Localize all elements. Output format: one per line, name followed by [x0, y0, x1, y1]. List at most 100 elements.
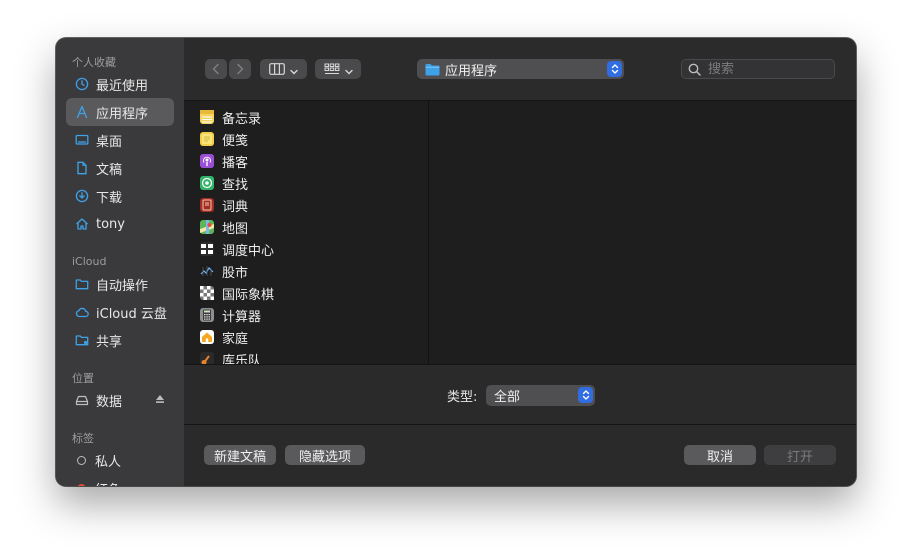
clock-icon [75, 77, 89, 91]
type-popup-value: 全部 [494, 390, 521, 405]
tags-header: 标签 [72, 432, 94, 445]
file-row-notes[interactable]: 备忘录 [200, 107, 261, 127]
folder-icon [75, 277, 89, 291]
drive-icon [75, 393, 89, 407]
file-name: 调度中心 [222, 243, 275, 259]
sidebar-item-documents[interactable]: 文稿 [66, 154, 174, 182]
stickies-icon [200, 132, 214, 146]
stocks-icon [200, 264, 214, 278]
file-name: 国际象棋 [222, 287, 275, 303]
sidebar-item-label: 应用程序 [96, 106, 149, 122]
file-name: 播客 [222, 155, 249, 171]
file-row-mission-control[interactable]: 调度中心 [200, 239, 274, 259]
bottom-bar: 新建文稿 隐藏选项 取消 打开 [184, 425, 856, 486]
home-app-icon [200, 330, 214, 344]
file-row-home[interactable]: 家庭 [200, 327, 248, 347]
icloud-header: iCloud [72, 255, 107, 268]
tag-dot-icon [77, 455, 86, 465]
sidebar-item-label: iCloud 云盘 [96, 306, 167, 322]
maps-icon [200, 220, 214, 234]
sidebar-item-automator[interactable]: 自动操作 [66, 270, 174, 298]
calculator-icon [200, 308, 214, 322]
home-icon [75, 217, 89, 231]
sidebar: 个人收藏 最近使用 应用程序 桌面 文稿 下载 tony iCloud 自动操作… [56, 38, 184, 486]
tag-dot-icon [77, 483, 86, 486]
file-row-find-my[interactable]: 查找 [200, 173, 248, 193]
file-row-calculator[interactable]: 计算器 [200, 305, 261, 325]
file-row-stickies[interactable]: 便笺 [200, 129, 248, 149]
cloud-icon [75, 305, 89, 319]
file-name: 备忘录 [222, 111, 262, 127]
sidebar-item-recents[interactable]: 最近使用 [66, 70, 174, 98]
cancel-button[interactable]: 取消 [684, 445, 756, 465]
up-down-arrows-icon [578, 387, 593, 403]
type-popup[interactable]: 全部 [486, 385, 595, 406]
file-browser: 备忘录 便笺 播客 查找 词典 地图 调度中心 股市 国际象棋 计算器 家庭 库… [184, 100, 856, 365]
chevron-left-icon [211, 60, 221, 79]
file-name: 家庭 [222, 331, 249, 347]
open-dialog-window: 个人收藏 最近使用 应用程序 桌面 文稿 下载 tony iCloud 自动操作… [56, 38, 856, 486]
file-row-podcasts[interactable]: 播客 [200, 151, 248, 171]
file-name: 词典 [222, 199, 249, 215]
search-input[interactable] [706, 60, 826, 78]
file-column: 备忘录 便笺 播客 查找 词典 地图 调度中心 股市 国际象棋 计算器 家庭 库… [184, 101, 429, 365]
toolbar: 应用程序 [184, 38, 856, 100]
shared-folder-icon [75, 333, 89, 347]
sidebar-item-tag-red[interactable]: 红色 [66, 474, 174, 486]
file-name: 计算器 [222, 309, 262, 325]
new-document-button[interactable]: 新建文稿 [204, 445, 276, 465]
hide-options-button[interactable]: 隐藏选项 [285, 445, 365, 465]
desktop-icon [75, 133, 89, 147]
group-button[interactable] [315, 59, 361, 79]
view-mode-button[interactable] [260, 59, 307, 79]
sidebar-item-label: 桌面 [96, 134, 123, 150]
podcasts-icon [200, 154, 214, 168]
grid-group-icon [324, 60, 340, 79]
file-row-stocks[interactable]: 股市 [200, 261, 248, 281]
file-name: 查找 [222, 177, 249, 193]
sidebar-item-label: 下载 [96, 190, 123, 206]
sidebar-item-data-drive[interactable]: 数据 [66, 386, 174, 414]
sidebar-item-icloud-drive[interactable]: iCloud 云盘 [66, 298, 174, 326]
sidebar-item-desktop[interactable]: 桌面 [66, 126, 174, 154]
favorites-header: 个人收藏 [72, 56, 116, 69]
download-icon [75, 189, 89, 203]
applications-icon [75, 105, 89, 119]
options-bar: 类型: 全部 [184, 364, 856, 425]
notes-icon [200, 110, 214, 124]
search-icon [688, 63, 701, 76]
sidebar-item-applications[interactable]: 应用程序 [66, 98, 174, 126]
search-field[interactable] [681, 59, 835, 79]
location-popup[interactable]: 应用程序 [417, 59, 624, 79]
file-row-dictionary[interactable]: 词典 [200, 195, 248, 215]
file-name: 库乐队 [222, 353, 262, 366]
sidebar-item-label: 私人 [95, 454, 122, 470]
eject-icon[interactable] [154, 393, 166, 405]
chess-icon [200, 286, 214, 300]
sidebar-item-tag-private[interactable]: 私人 [66, 446, 174, 474]
file-name: 便笺 [222, 133, 249, 149]
file-name: 地图 [222, 221, 249, 237]
columns-view-icon [269, 60, 285, 79]
sidebar-item-label: 自动操作 [96, 278, 149, 294]
file-row-maps[interactable]: 地图 [200, 217, 248, 237]
back-button[interactable] [205, 59, 227, 79]
chevron-down-icon [344, 60, 353, 79]
type-label: 类型: [447, 390, 478, 405]
document-icon [75, 161, 89, 175]
sidebar-item-label: 最近使用 [96, 78, 149, 94]
sidebar-item-home[interactable]: tony [66, 210, 174, 238]
location-popup-label: 应用程序 [445, 63, 498, 79]
sidebar-item-label: 共享 [96, 334, 123, 350]
sidebar-item-downloads[interactable]: 下载 [66, 182, 174, 210]
open-button[interactable]: 打开 [764, 445, 836, 465]
sidebar-item-label: 数据 [96, 394, 123, 410]
sidebar-item-shared[interactable]: 共享 [66, 326, 174, 354]
file-name: 股市 [222, 265, 249, 281]
forward-button[interactable] [229, 59, 251, 79]
locations-header: 位置 [72, 372, 94, 385]
file-row-chess[interactable]: 国际象棋 [200, 283, 274, 303]
sidebar-item-label: 文稿 [96, 162, 123, 178]
file-row-garageband[interactable]: 库乐队 [200, 349, 261, 365]
folder-icon [425, 63, 440, 76]
